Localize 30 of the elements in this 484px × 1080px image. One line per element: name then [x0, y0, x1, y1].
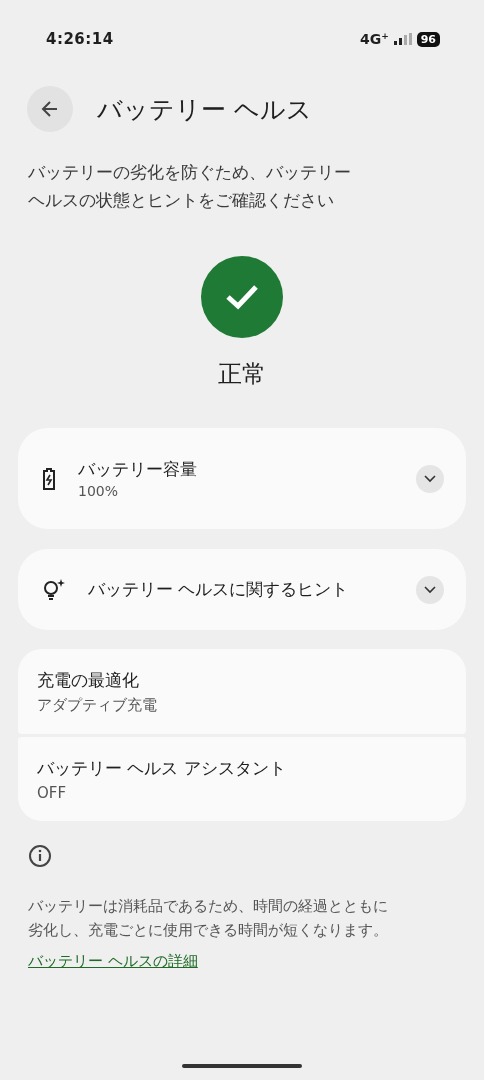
card-title: バッテリー ヘルスに関するヒント [88, 578, 350, 601]
setting-title: バッテリー ヘルス アシスタント [37, 756, 287, 780]
signal-icon [393, 33, 412, 45]
expand-button[interactable] [416, 575, 444, 604]
settings-item[interactable]: 充電の最適化 アダプティブ充電 [18, 649, 466, 734]
back-arrow-icon [40, 99, 60, 119]
lightbulb-icon [42, 577, 66, 602]
chevron-down-icon [424, 474, 436, 483]
status-time: 4:26:14 [46, 30, 114, 48]
network-type: 4G [359, 31, 382, 47]
expandable-card[interactable]: バッテリー ヘルスに関するヒント [18, 549, 466, 630]
expand-button[interactable] [416, 464, 444, 493]
chevron-down-icon [424, 585, 436, 594]
description-text: バッテリーの劣化を防ぐため、バッテリーヘルスの状態とヒントをご確認ください [28, 161, 352, 212]
card-subtitle: 100% [78, 483, 120, 499]
info-icon [28, 844, 52, 868]
page-title: バッテリー ヘルス [97, 93, 312, 126]
setting-value: OFF [37, 783, 68, 802]
expandable-card[interactable]: バッテリー容量 100% [18, 428, 466, 529]
network-plus: + [381, 31, 389, 41]
footer-text: バッテリーは消耗品であるため、時間の経過とともに劣化し、充電ごとに使用できる時間が短くなります。 [28, 897, 389, 940]
status-label: 正常 [217, 359, 267, 390]
setting-value: アダプティブ充電 [37, 695, 158, 715]
battery-level: 96 [416, 31, 440, 47]
setting-title: 充電の最適化 [37, 668, 140, 692]
battery-icon [42, 467, 56, 490]
card-title: バッテリー容量 [78, 458, 198, 481]
details-link[interactable]: バッテリー ヘルスの詳細 [28, 952, 198, 971]
back-button[interactable] [27, 86, 73, 132]
settings-item[interactable]: バッテリー ヘルス アシスタント OFF [18, 737, 466, 821]
